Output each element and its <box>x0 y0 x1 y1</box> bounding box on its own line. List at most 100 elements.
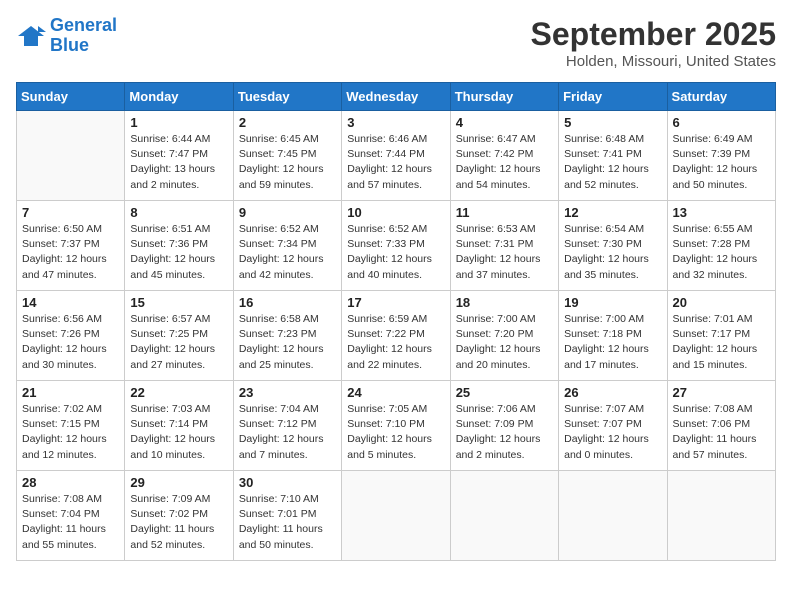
day-number: 24 <box>347 385 444 400</box>
day-number: 11 <box>456 205 553 220</box>
day-info: Sunrise: 6:48 AMSunset: 7:41 PMDaylight:… <box>564 132 661 193</box>
day-info: Sunrise: 6:52 AMSunset: 7:34 PMDaylight:… <box>239 222 336 283</box>
calendar-cell: 26 Sunrise: 7:07 AMSunset: 7:07 PMDayligh… <box>559 381 667 471</box>
day-info: Sunrise: 7:07 AMSunset: 7:07 PMDaylight:… <box>564 402 661 463</box>
day-number: 17 <box>347 295 444 310</box>
day-number: 22 <box>130 385 227 400</box>
day-number: 15 <box>130 295 227 310</box>
logo: General Blue <box>16 16 117 56</box>
day-info: Sunrise: 7:08 AMSunset: 7:04 PMDaylight:… <box>22 492 119 553</box>
calendar-cell: 19Sunrise: 7:00 AMSunset: 7:18 PMDayligh… <box>559 291 667 381</box>
day-info: Sunrise: 6:56 AMSunset: 7:26 PMDaylight:… <box>22 312 119 373</box>
day-number: 14 <box>22 295 119 310</box>
day-number: 12 <box>564 205 661 220</box>
day-number: 26 <box>564 385 661 400</box>
day-info: Sunrise: 7:08 AMSunset: 7:06 PMDaylight:… <box>673 402 770 463</box>
day-number: 25 <box>456 385 553 400</box>
calendar-cell: 17Sunrise: 6:59 AMSunset: 7:22 PMDayligh… <box>342 291 450 381</box>
day-info: Sunrise: 7:04 AMSunset: 7:12 PMDaylight:… <box>239 402 336 463</box>
day-number: 1 <box>130 115 227 130</box>
location-subtitle: Holden, Missouri, United States <box>531 53 776 70</box>
day-number: 10 <box>347 205 444 220</box>
calendar-cell: 21 Sunrise: 7:02 AMSunset: 7:15 PMDayligh… <box>17 381 125 471</box>
calendar-cell <box>17 111 125 201</box>
day-info: Sunrise: 6:57 AMSunset: 7:25 PMDaylight:… <box>130 312 227 373</box>
day-info: Sunrise: 7:00 AMSunset: 7:20 PMDaylight:… <box>456 312 553 373</box>
day-info: Sunrise: 7:06 AMSunset: 7:09 PMDaylight:… <box>456 402 553 463</box>
calendar-cell: 24 Sunrise: 7:05 AMSunset: 7:10 PMDayligh… <box>342 381 450 471</box>
day-info: Sunrise: 7:05 AMSunset: 7:10 PMDaylight:… <box>347 402 444 463</box>
day-info: Sunrise: 6:54 AMSunset: 7:30 PMDaylight:… <box>564 222 661 283</box>
week-row: 28 Sunrise: 7:08 AMSunset: 7:04 PMDayligh… <box>17 471 776 561</box>
day-number: 8 <box>130 205 227 220</box>
weekday-header: Saturday <box>667 83 775 111</box>
calendar-cell: 28 Sunrise: 7:08 AMSunset: 7:04 PMDayligh… <box>17 471 125 561</box>
weekday-header-row: SundayMondayTuesdayWednesdayThursdayFrid… <box>17 83 776 111</box>
day-info: Sunrise: 6:49 AMSunset: 7:39 PMDaylight:… <box>673 132 770 193</box>
day-number: 29 <box>130 475 227 490</box>
calendar-cell: 3Sunrise: 6:46 AMSunset: 7:44 PMDaylight… <box>342 111 450 201</box>
logo-icon <box>16 22 46 50</box>
day-number: 27 <box>673 385 770 400</box>
week-row: 21 Sunrise: 7:02 AMSunset: 7:15 PMDayligh… <box>17 381 776 471</box>
calendar-cell: 4 Sunrise: 6:47 AMSunset: 7:42 PMDaylight… <box>450 111 558 201</box>
day-number: 28 <box>22 475 119 490</box>
day-number: 21 <box>22 385 119 400</box>
calendar-cell: 5 Sunrise: 6:48 AMSunset: 7:41 PMDaylight… <box>559 111 667 201</box>
calendar-cell: 20 Sunrise: 7:01 AMSunset: 7:17 PMDayligh… <box>667 291 775 381</box>
calendar-cell: 9 Sunrise: 6:52 AMSunset: 7:34 PMDaylight… <box>233 201 341 291</box>
calendar-cell: 18Sunrise: 7:00 AMSunset: 7:20 PMDayligh… <box>450 291 558 381</box>
day-info: Sunrise: 6:47 AMSunset: 7:42 PMDaylight:… <box>456 132 553 193</box>
day-number: 19 <box>564 295 661 310</box>
calendar-cell <box>559 471 667 561</box>
day-number: 4 <box>456 115 553 130</box>
day-number: 16 <box>239 295 336 310</box>
calendar-cell: 7Sunrise: 6:50 AMSunset: 7:37 PMDaylight… <box>17 201 125 291</box>
day-number: 30 <box>239 475 336 490</box>
calendar-cell: 23 Sunrise: 7:04 AMSunset: 7:12 PMDayligh… <box>233 381 341 471</box>
day-info: Sunrise: 7:02 AMSunset: 7:15 PMDaylight:… <box>22 402 119 463</box>
day-number: 23 <box>239 385 336 400</box>
day-info: Sunrise: 7:10 AMSunset: 7:01 PMDaylight:… <box>239 492 336 553</box>
day-info: Sunrise: 6:45 AMSunset: 7:45 PMDaylight:… <box>239 132 336 193</box>
weekday-header: Monday <box>125 83 233 111</box>
calendar-cell <box>450 471 558 561</box>
calendar-cell: 16Sunrise: 6:58 AMSunset: 7:23 PMDayligh… <box>233 291 341 381</box>
logo-text-general: General <box>50 16 117 36</box>
day-number: 20 <box>673 295 770 310</box>
calendar-table: SundayMondayTuesdayWednesdayThursdayFrid… <box>16 82 776 561</box>
calendar-cell: 10 Sunrise: 6:52 AMSunset: 7:33 PMDayligh… <box>342 201 450 291</box>
day-info: Sunrise: 7:01 AMSunset: 7:17 PMDaylight:… <box>673 312 770 373</box>
day-number: 9 <box>239 205 336 220</box>
day-info: Sunrise: 6:55 AMSunset: 7:28 PMDaylight:… <box>673 222 770 283</box>
weekday-header: Sunday <box>17 83 125 111</box>
calendar-cell <box>342 471 450 561</box>
page-header: General Blue September 2025 Holden, Miss… <box>16 16 776 70</box>
day-info: Sunrise: 7:03 AMSunset: 7:14 PMDaylight:… <box>130 402 227 463</box>
calendar-cell: 2Sunrise: 6:45 AMSunset: 7:45 PMDaylight… <box>233 111 341 201</box>
calendar-cell: 13Sunrise: 6:55 AMSunset: 7:28 PMDayligh… <box>667 201 775 291</box>
month-title: September 2025 <box>531 16 776 53</box>
day-info: Sunrise: 6:53 AMSunset: 7:31 PMDaylight:… <box>456 222 553 283</box>
calendar-cell <box>667 471 775 561</box>
day-number: 5 <box>564 115 661 130</box>
weekday-header: Friday <box>559 83 667 111</box>
weekday-header: Thursday <box>450 83 558 111</box>
calendar-cell: 12 Sunrise: 6:54 AMSunset: 7:30 PMDayligh… <box>559 201 667 291</box>
week-row: 14 Sunrise: 6:56 AMSunset: 7:26 PMDayligh… <box>17 291 776 381</box>
calendar-cell: 29 Sunrise: 7:09 AMSunset: 7:02 PMDayligh… <box>125 471 233 561</box>
calendar-cell: 25 Sunrise: 7:06 AMSunset: 7:09 PMDayligh… <box>450 381 558 471</box>
calendar-cell: 30 Sunrise: 7:10 AMSunset: 7:01 PMDayligh… <box>233 471 341 561</box>
calendar-cell: 15 Sunrise: 6:57 AMSunset: 7:25 PMDayligh… <box>125 291 233 381</box>
title-section: September 2025 Holden, Missouri, United … <box>531 16 776 70</box>
day-info: Sunrise: 7:09 AMSunset: 7:02 PMDaylight:… <box>130 492 227 553</box>
day-info: Sunrise: 6:46 AMSunset: 7:44 PMDaylight:… <box>347 132 444 193</box>
calendar-cell: 8Sunrise: 6:51 AMSunset: 7:36 PMDaylight… <box>125 201 233 291</box>
weekday-header: Tuesday <box>233 83 341 111</box>
calendar-cell: 11 Sunrise: 6:53 AMSunset: 7:31 PMDayligh… <box>450 201 558 291</box>
day-number: 6 <box>673 115 770 130</box>
day-info: Sunrise: 6:50 AMSunset: 7:37 PMDaylight:… <box>22 222 119 283</box>
calendar-cell: 6 Sunrise: 6:49 AMSunset: 7:39 PMDaylight… <box>667 111 775 201</box>
calendar-cell: 14 Sunrise: 6:56 AMSunset: 7:26 PMDayligh… <box>17 291 125 381</box>
day-info: Sunrise: 6:52 AMSunset: 7:33 PMDaylight:… <box>347 222 444 283</box>
